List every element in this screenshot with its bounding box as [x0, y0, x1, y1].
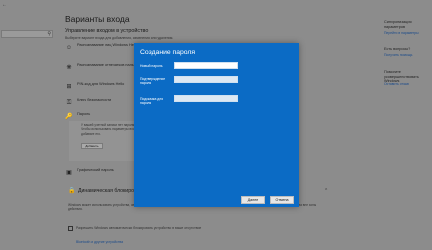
- option-title: Пароль: [77, 112, 91, 116]
- pin-icon: ⊞: [66, 84, 72, 90]
- feedback-link[interactable]: Оставить отзыв: [384, 82, 409, 86]
- lock-icon: 🔒: [68, 188, 76, 194]
- dynamic-lock-checkbox-label[interactable]: Разрешить Windows автоматически блокиров…: [76, 226, 201, 230]
- confirm-password-label: Подтверждение пароля: [140, 77, 166, 86]
- section-title: Управление входом в устройство: [65, 28, 149, 34]
- sync-link[interactable]: Перейти в параметры: [384, 31, 419, 35]
- option-title: Графический пароль: [77, 168, 114, 172]
- bluetooth-link[interactable]: Bluetooth и другие устройства: [76, 240, 123, 244]
- picture-icon: ▣: [66, 170, 72, 176]
- option-title: Распознавание лиц Windows Hello: [77, 43, 138, 47]
- chevron-up-icon[interactable]: ⌃: [324, 188, 328, 194]
- page-title: Варианты входа: [65, 14, 130, 24]
- new-password-input[interactable]: [174, 62, 238, 69]
- option-title: Ключ безопасности: [77, 98, 112, 102]
- search-input[interactable]: ⚲: [1, 30, 53, 38]
- dynamic-lock-title[interactable]: Динамическая блокировка: [78, 188, 142, 194]
- password-hint-input[interactable]: [174, 95, 238, 102]
- password-icon: 🔑: [65, 114, 73, 120]
- dynamic-lock-checkbox[interactable]: [68, 226, 73, 231]
- new-password-label: Новый пароль: [140, 64, 163, 68]
- help-link[interactable]: Получить помощь: [384, 53, 412, 57]
- search-icon: ⚲: [47, 31, 51, 37]
- sync-heading: Синхронизация параметров: [384, 20, 412, 29]
- back-arrow-icon[interactable]: ←: [2, 2, 7, 8]
- confirm-password-input[interactable]: [174, 76, 238, 83]
- add-password-button[interactable]: Добавить: [81, 143, 103, 149]
- cancel-button[interactable]: Отмена: [270, 196, 294, 204]
- section-description: Выберите вариант входа для добавления, и…: [65, 36, 174, 40]
- right-panel: Синхронизация параметров Перейти в парам…: [384, 0, 432, 250]
- fingerprint-icon: ❋: [66, 65, 72, 71]
- face-icon: ☺: [65, 45, 73, 51]
- option-title: PIN-код для Windows Hello: [77, 82, 125, 86]
- create-password-dialog: Создание пароля Новый пароль Подтвержден…: [134, 43, 299, 207]
- password-hint-label: Подсказка для пароля: [140, 97, 164, 106]
- key-icon: ⚿: [66, 100, 72, 106]
- next-button[interactable]: Далее: [241, 196, 265, 204]
- dialog-title: Создание пароля: [140, 49, 196, 56]
- help-heading: Есть вопросы?: [384, 47, 411, 51]
- sidebar: ← ⚲: [0, 0, 58, 250]
